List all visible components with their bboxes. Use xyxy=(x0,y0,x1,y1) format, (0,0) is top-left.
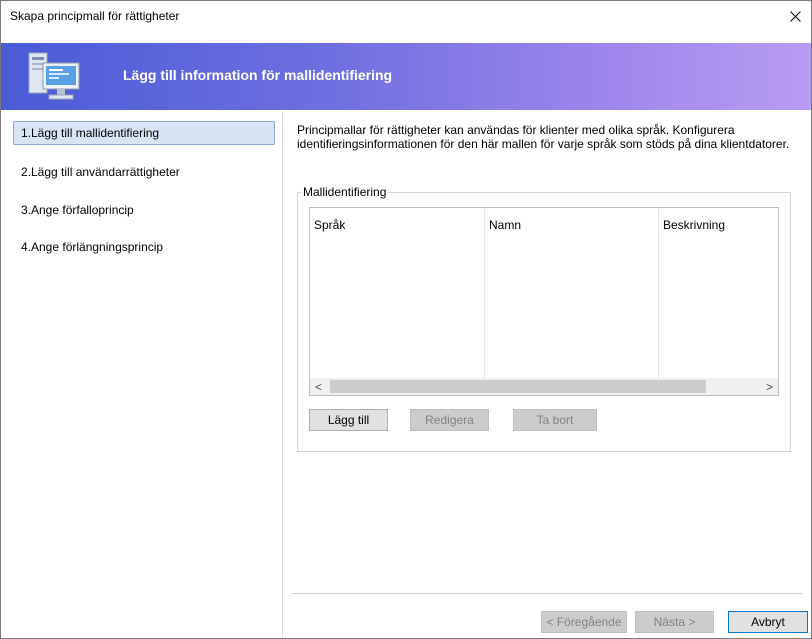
nav-step-3[interactable]: 3.Ange förfalloprincip xyxy=(13,198,275,222)
column-header-language[interactable]: Språk xyxy=(310,208,485,394)
cancel-button[interactable]: Avbryt xyxy=(728,611,808,633)
banner-title: Lägg till information för mallidentifier… xyxy=(123,67,393,83)
intro-text: Principmallar för rättigheter kan använd… xyxy=(297,123,790,151)
remove-button[interactable]: Ta bort xyxy=(513,409,597,431)
scroll-left-button[interactable]: < xyxy=(310,378,327,395)
language-list[interactable]: Språk Namn Beskrivning < > xyxy=(309,207,779,396)
computer-monitor-icon xyxy=(28,52,80,100)
close-icon xyxy=(789,10,801,22)
scroll-right-button[interactable]: > xyxy=(761,378,778,395)
scroll-thumb[interactable] xyxy=(330,380,706,393)
column-header-name[interactable]: Namn xyxy=(485,208,659,394)
nav-step-2[interactable]: 2.Lägg till användarrättigheter xyxy=(13,160,275,184)
column-header-description[interactable]: Beskrivning xyxy=(659,208,778,394)
window-title: Skapa principmall för rättigheter xyxy=(10,9,180,23)
next-button[interactable]: Nästa > xyxy=(635,611,714,633)
add-button[interactable]: Lägg till xyxy=(309,409,388,431)
close-button[interactable] xyxy=(779,1,811,31)
back-button[interactable]: < Föregående xyxy=(541,611,627,633)
header-banner: Lägg till information för mallidentifier… xyxy=(1,43,811,110)
edit-button[interactable]: Redigera xyxy=(410,409,489,431)
horizontal-scrollbar[interactable]: < > xyxy=(310,378,778,395)
nav-step-4[interactable]: 4.Ange förlängningsprincip xyxy=(13,235,275,259)
nav-step-1[interactable]: 1.Lägg till mallidentifiering xyxy=(13,121,275,145)
template-identification-group: Mallidentifiering Språk Namn Beskrivning… xyxy=(297,185,791,452)
wizard-window: Skapa principmall för rättigheter Lägg t… xyxy=(0,0,812,639)
title-bar: Skapa principmall för rättigheter xyxy=(1,1,811,31)
footer-separator xyxy=(291,593,803,594)
wizard-steps-nav: 1.Lägg till mallidentifiering 2.Lägg til… xyxy=(1,111,283,638)
group-label: Mallidentifiering xyxy=(301,185,389,199)
